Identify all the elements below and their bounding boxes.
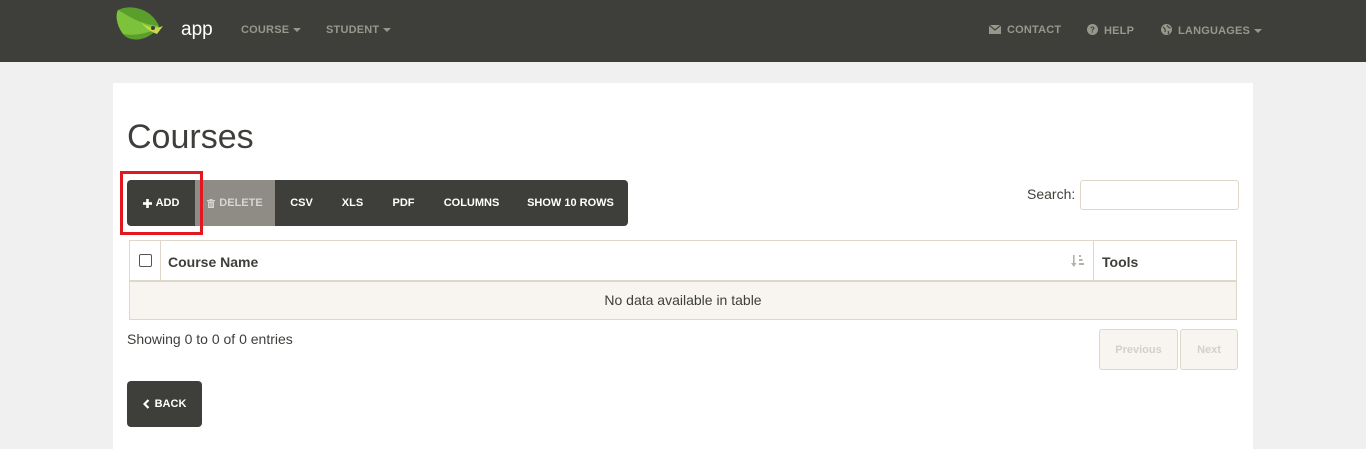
table-info: Showing 0 to 0 of 0 entries [127, 331, 293, 347]
delete-button[interactable]: DELETE [195, 180, 275, 226]
courses-table: Course Name Tools No data available in t… [129, 240, 1237, 320]
search-input[interactable] [1080, 180, 1239, 210]
delete-button-label: DELETE [219, 197, 263, 209]
sort-icon[interactable] [1071, 254, 1085, 268]
nav-contact-link[interactable]: CONTACT [989, 24, 1061, 36]
question-circle-icon: ? [1087, 24, 1098, 35]
envelope-icon [989, 25, 1001, 34]
chevron-down-icon [1254, 29, 1263, 34]
nav-help-link[interactable]: ? HELP [1087, 24, 1134, 37]
column-header-tools: Tools [1102, 254, 1139, 270]
nav-languages-label: LANGUAGES [1178, 25, 1251, 37]
trash-icon [207, 198, 216, 208]
back-button[interactable]: BACK [127, 381, 202, 427]
export-csv-button[interactable]: CSV [275, 180, 328, 226]
nav-languages-menu[interactable]: LANGUAGES [1161, 24, 1263, 37]
brand-name[interactable]: app [181, 19, 213, 41]
add-button-highlight [120, 171, 203, 235]
export-xls-button[interactable]: XLS [328, 180, 377, 226]
select-all-cell [130, 241, 161, 280]
chevron-down-icon [293, 28, 302, 33]
next-page-button[interactable]: Next [1180, 329, 1238, 370]
nav-contact-label: CONTACT [1007, 24, 1062, 36]
column-divider [1093, 241, 1094, 280]
empty-table-message: No data available in table [130, 282, 1236, 319]
globe-icon [1161, 24, 1172, 35]
previous-page-button[interactable]: Previous [1099, 329, 1178, 370]
top-navbar: app COURSE STUDENT CONTACT ? HELP LANGUAG… [0, 0, 1366, 62]
search-label: Search: [1027, 186, 1076, 202]
show-rows-button[interactable]: SHOW 10 ROWS [513, 180, 628, 226]
nav-course-menu[interactable]: COURSE [241, 24, 302, 36]
column-header-course-name[interactable]: Course Name [168, 254, 258, 270]
nav-help-label: HELP [1104, 25, 1135, 37]
page-title: Courses [127, 118, 254, 156]
table-header-row: Course Name Tools [130, 241, 1236, 282]
leaf-logo-icon[interactable] [115, 4, 165, 44]
svg-text:?: ? [1090, 26, 1095, 35]
columns-button[interactable]: COLUMNS [430, 180, 513, 226]
select-all-checkbox[interactable] [139, 254, 152, 267]
nav-student-label: STUDENT [326, 24, 380, 36]
chevron-left-icon [142, 399, 149, 409]
nav-course-label: COURSE [241, 24, 290, 36]
chevron-down-icon [383, 28, 392, 33]
export-pdf-button[interactable]: PDF [377, 180, 430, 226]
nav-student-menu[interactable]: STUDENT [326, 24, 392, 36]
back-button-label: BACK [154, 398, 187, 410]
